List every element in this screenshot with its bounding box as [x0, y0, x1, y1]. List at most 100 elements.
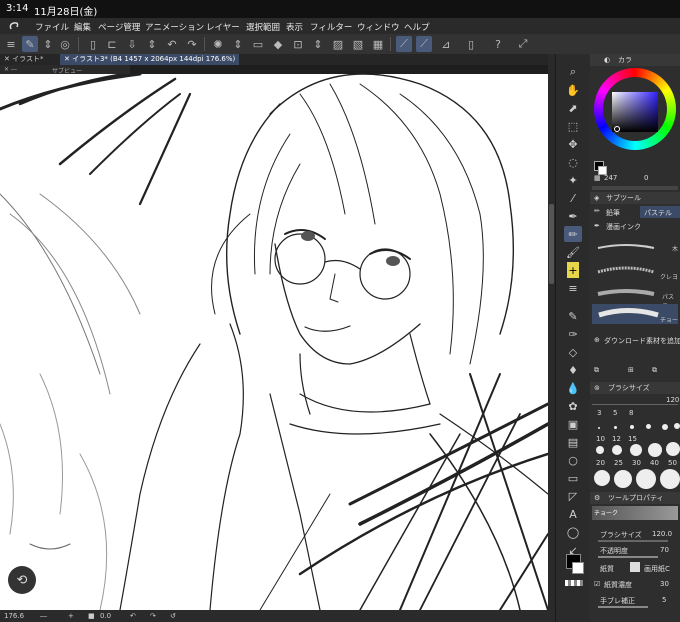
- size-dot-6[interactable]: [674, 423, 680, 429]
- size-dot-14[interactable]: [636, 469, 656, 489]
- rotate-right-icon[interactable]: ↷: [150, 612, 156, 620]
- object-tool-icon[interactable]: ⬈: [564, 100, 582, 116]
- add-subtool-icon[interactable]: ⊞: [628, 366, 634, 374]
- zoom-in-icon[interactable]: +: [68, 612, 74, 620]
- size-dot-1[interactable]: [598, 427, 600, 429]
- subtool-tab-pastel[interactable]: パステル: [644, 208, 672, 218]
- subtool-group-label[interactable]: 漫画インク: [606, 222, 641, 232]
- new-file-icon[interactable]: ▯: [85, 36, 101, 52]
- brush-size-slider[interactable]: [592, 404, 678, 405]
- hamburger-icon[interactable]: ≡: [3, 36, 19, 52]
- reset-rotate-icon[interactable]: ↺: [170, 612, 176, 620]
- help-icon[interactable]: ?: [490, 36, 506, 52]
- frame-tool-icon[interactable]: ▭: [564, 470, 582, 486]
- download-material-label[interactable]: ダウンロード素材を追加す: [604, 336, 680, 346]
- prop-value[interactable]: 5: [662, 596, 666, 604]
- expand-icon[interactable]: ⤢: [515, 36, 531, 52]
- open-folder-icon[interactable]: ⊏: [104, 36, 120, 52]
- chevron-up-down-icon[interactable]: ⇕: [40, 36, 56, 52]
- rotate-left-icon[interactable]: ↶: [130, 612, 136, 620]
- paper-texture-swatch[interactable]: [630, 562, 640, 572]
- transparent-color-icon[interactable]: [565, 580, 583, 586]
- tab-illust-3[interactable]: ✕ イラスト3* (B4 1457 x 2064px 144dpi 176.6%…: [60, 54, 240, 65]
- menu-layer[interactable]: レイヤー: [206, 21, 240, 33]
- lasso-tool-icon[interactable]: ◌: [564, 154, 582, 170]
- balloon-tool-icon[interactable]: ◯: [564, 524, 582, 540]
- undo-icon[interactable]: ↶: [164, 36, 180, 52]
- chevron-up-down-icon[interactable]: ⇕: [230, 36, 246, 52]
- move-tool-icon[interactable]: ✥: [564, 136, 582, 152]
- size-dot-4[interactable]: [646, 424, 651, 429]
- ruler-tool-icon[interactable]: ◸: [564, 488, 582, 504]
- list-tool-icon[interactable]: ≡: [564, 280, 582, 296]
- target-icon[interactable]: ◎: [57, 36, 73, 52]
- drawing-canvas[interactable]: ⟲: [0, 74, 548, 610]
- copy-icon[interactable]: ⧉: [594, 366, 599, 375]
- menu-selection[interactable]: 選択範囲: [246, 21, 280, 33]
- chevron-up-down-icon[interactable]: ⇕: [310, 36, 326, 52]
- invert-selection-icon[interactable]: ▦: [370, 36, 386, 52]
- add-icon[interactable]: ⊕: [594, 336, 600, 344]
- gradient-tool-icon[interactable]: ▤: [564, 434, 582, 450]
- size-dot-12[interactable]: [594, 470, 610, 486]
- brush-item-3[interactable]: パステ: [592, 282, 678, 310]
- size-dot-11[interactable]: [666, 442, 680, 456]
- clip-studio-logo-icon[interactable]: [8, 20, 20, 32]
- eraser-tool-icon[interactable]: ◇: [564, 344, 582, 360]
- layer-move-tool-icon[interactable]: ⬚: [564, 118, 582, 134]
- close-icon[interactable]: ✕ ―: [4, 66, 17, 73]
- zoom-tool-icon[interactable]: ⌕: [564, 64, 582, 80]
- size-dot-9[interactable]: [630, 444, 642, 456]
- brush-size-prop-slider[interactable]: [598, 540, 668, 542]
- quick-access-icon[interactable]: ✎: [22, 36, 38, 52]
- prop-value[interactable]: 画用紙C: [644, 564, 670, 574]
- loading-icon[interactable]: ✺: [210, 36, 226, 52]
- hand-tool-icon[interactable]: ✋: [564, 82, 582, 98]
- duplicate-icon[interactable]: ⧉: [652, 366, 657, 375]
- subtool-tab-pencil[interactable]: 鉛筆: [606, 208, 620, 218]
- fit-icon[interactable]: ■: [88, 612, 95, 620]
- menu-edit[interactable]: 編集: [74, 21, 91, 33]
- snap-special-ruler-icon[interactable]: ⟋: [416, 36, 432, 52]
- rotate-canvas-icon[interactable]: ⟲: [8, 566, 36, 594]
- menu-page[interactable]: ページ管理: [98, 21, 140, 33]
- sticky-tool-icon[interactable]: +: [567, 262, 579, 278]
- prop-value[interactable]: 30: [660, 580, 669, 588]
- size-dot-15[interactable]: [660, 469, 680, 489]
- menu-help[interactable]: ヘルプ: [404, 21, 430, 33]
- sub-color-swatch[interactable]: [572, 562, 584, 574]
- size-dot-5[interactable]: [662, 424, 668, 430]
- fill-icon[interactable]: ◆: [270, 36, 286, 52]
- fill-tool-icon[interactable]: ▣: [564, 416, 582, 432]
- color-picker-cursor[interactable]: [614, 126, 620, 132]
- menu-file[interactable]: ファイル: [35, 21, 69, 33]
- zoom-value[interactable]: 176.6: [4, 612, 24, 620]
- color-wheel[interactable]: [594, 68, 676, 150]
- auto-select-tool-icon[interactable]: ✦: [564, 172, 582, 188]
- select-icon[interactable]: ▨: [330, 36, 346, 52]
- size-dot-13[interactable]: [614, 470, 632, 488]
- size-dot-2[interactable]: [614, 426, 617, 429]
- stabilization-slider[interactable]: [598, 606, 648, 608]
- prop-value[interactable]: 120.0: [652, 530, 672, 538]
- snap-grid-icon[interactable]: ⊿: [438, 36, 454, 52]
- droplet-tool-icon[interactable]: 💧: [564, 380, 582, 396]
- brush-tool-icon[interactable]: 🖌: [564, 244, 582, 260]
- opacity-slider[interactable]: [598, 556, 658, 558]
- blend-tool-icon[interactable]: ♦: [564, 362, 582, 378]
- transform-icon[interactable]: ⊡: [290, 36, 306, 52]
- zoom-out-icon[interactable]: ―: [40, 612, 47, 620]
- size-dot-8[interactable]: [612, 445, 622, 455]
- menu-filter[interactable]: フィルター: [310, 21, 352, 33]
- save-icon[interactable]: ⇩: [124, 36, 140, 52]
- tab-illust-1[interactable]: ✕ イラスト*: [0, 54, 47, 65]
- scroll-thumb[interactable]: [549, 204, 554, 284]
- prop-value[interactable]: 70: [660, 546, 669, 554]
- menu-window[interactable]: ウィンドウ: [357, 21, 400, 33]
- color-wheel-icon[interactable]: ◐: [604, 54, 610, 66]
- redo-icon[interactable]: ↷: [184, 36, 200, 52]
- snap-ruler-icon[interactable]: ⟋: [396, 36, 412, 52]
- figure-tool-icon[interactable]: ○: [564, 452, 582, 468]
- vertical-scrollbar[interactable]: [548, 54, 555, 610]
- pencil-tool-icon[interactable]: ✏: [564, 226, 582, 242]
